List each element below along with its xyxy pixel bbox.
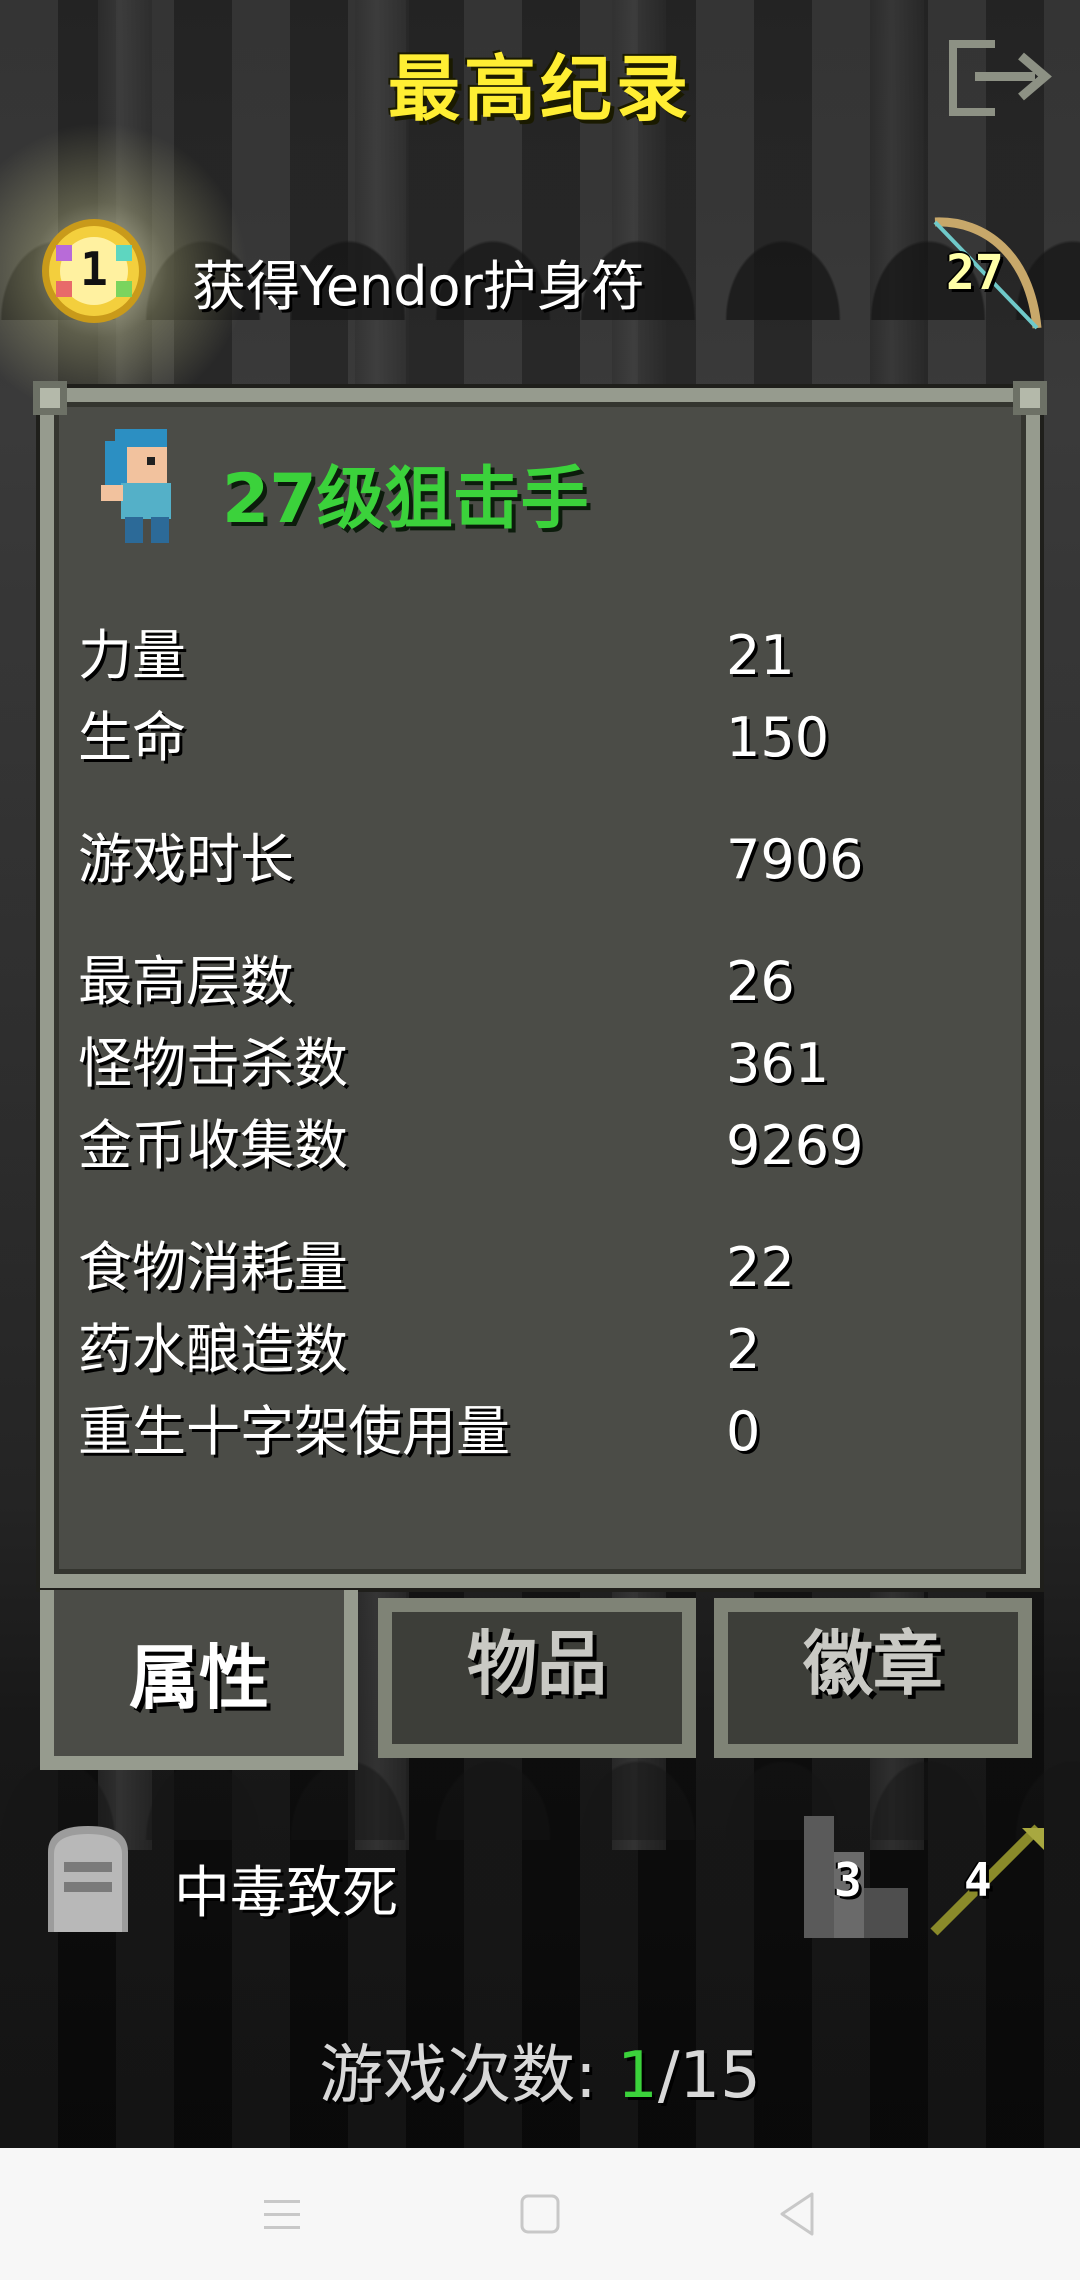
stat-label: 游戏时长 <box>78 828 294 891</box>
stat-row: 生命 150 <box>78 697 978 779</box>
stat-row: 重生十字架使用量 0 <box>78 1391 978 1473</box>
panel-corner <box>33 381 67 415</box>
gravestone-icon <box>40 1822 136 1932</box>
game-count-label: 游戏次数: <box>319 2039 597 2113</box>
record-description: 获得Yendor护身符 <box>192 255 645 318</box>
system-nav-bar <box>0 2148 1080 2280</box>
stat-value: 9269 <box>726 1114 864 1177</box>
tab-items-label: 物品 <box>467 1623 607 1705</box>
stat-label: 生命 <box>78 706 186 769</box>
game-count-current: 1 <box>617 2039 658 2113</box>
game-count: 游戏次数: 1/15 <box>0 2024 1080 2116</box>
tab-badges-label: 徽章 <box>803 1623 943 1705</box>
stat-value: 22 <box>726 1236 795 1299</box>
stat-label: 重生十字架使用量 <box>78 1400 510 1463</box>
rank-number: 1 <box>80 242 108 296</box>
stat-row: 药水酿造数 2 <box>78 1309 978 1391</box>
huntress-avatar-icon <box>95 425 195 550</box>
menu-icon <box>264 2200 300 2229</box>
stats-list: 力量 21 生命 150 游戏时长 7906 最高层数 26 怪物击杀数 361… <box>78 615 978 1473</box>
stat-label: 药水酿造数 <box>78 1318 348 1381</box>
tab-stats-label: 属性 <box>129 1637 269 1719</box>
back-icon <box>780 2192 814 2236</box>
stat-label: 食物消耗量 <box>78 1236 348 1299</box>
home-button[interactable] <box>504 2178 576 2250</box>
death-cause: 中毒致死 <box>174 1861 398 1926</box>
back-button[interactable] <box>762 2178 834 2250</box>
panel-corner <box>1013 381 1047 415</box>
stat-value: 2 <box>726 1318 761 1381</box>
game-count-total: /15 <box>657 2039 761 2113</box>
stat-row: 食物消耗量 22 <box>78 1227 978 1309</box>
exit-button[interactable] <box>945 38 1055 118</box>
home-icon <box>520 2194 560 2234</box>
weapon-level-number: 4 <box>964 1853 992 1907</box>
stat-row: 金币收集数 9269 <box>78 1105 978 1187</box>
rankings-screen: 最高纪录 1 获得Yendor护身符 27 27级狙击手 力量 21 生命 15… <box>0 0 1080 2280</box>
stat-label: 力量 <box>78 624 186 687</box>
hero-title: 27级狙击手 <box>222 460 589 539</box>
menu-button[interactable] <box>246 2178 318 2250</box>
stat-row: 怪物击杀数 361 <box>78 1023 978 1105</box>
stat-value: 7906 <box>726 828 864 891</box>
stat-row: 游戏时长 7906 <box>78 819 978 901</box>
stat-value: 361 <box>726 1032 830 1095</box>
exit-icon <box>949 40 1052 116</box>
stat-value: 21 <box>726 624 795 687</box>
level-number: 27 <box>946 245 1004 301</box>
stat-value: 150 <box>726 706 830 769</box>
stat-label: 怪物击杀数 <box>78 1032 348 1095</box>
stat-label: 金币收集数 <box>78 1114 348 1177</box>
stat-value: 0 <box>726 1400 761 1463</box>
stat-row: 力量 21 <box>78 615 978 697</box>
depth-number: 3 <box>834 1853 862 1907</box>
stat-row: 最高层数 26 <box>78 941 978 1023</box>
stat-value: 26 <box>726 950 795 1013</box>
stat-label: 最高层数 <box>78 950 294 1013</box>
